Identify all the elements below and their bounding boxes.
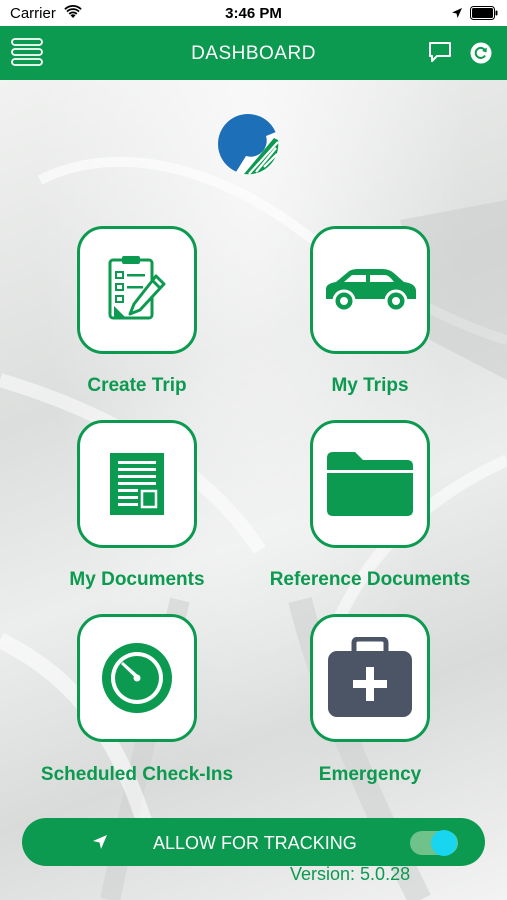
my-documents-label[interactable]: My Documents [17, 569, 257, 591]
create-trip-button[interactable] [77, 226, 197, 354]
status-time: 3:46 PM [225, 5, 282, 22]
version-label: Version: 5.0.28 [290, 864, 411, 884]
location-arrow-icon [93, 835, 107, 849]
reference-documents-label[interactable]: Reference Documents [250, 569, 490, 591]
refresh-icon[interactable] [470, 42, 492, 64]
chat-icon[interactable] [428, 41, 452, 63]
timer-icon [102, 643, 172, 713]
emergency-label[interactable]: Emergency [250, 764, 490, 786]
document-icon [110, 453, 164, 515]
first-aid-kit-icon [328, 637, 412, 717]
scheduled-check-ins-button[interactable] [77, 614, 197, 742]
car-icon [326, 269, 416, 313]
allow-tracking-label: ALLOW FOR TRACKING [153, 833, 357, 853]
company-logo [218, 114, 279, 175]
battery-icon [470, 6, 498, 20]
create-trip-label[interactable]: Create Trip [17, 375, 257, 397]
reference-documents-button[interactable] [310, 420, 430, 548]
location-arrow-icon [452, 8, 462, 18]
scheduled-check-ins-label[interactable]: Scheduled Check-Ins [17, 764, 257, 786]
my-documents-button[interactable] [77, 420, 197, 548]
my-trips-button[interactable] [310, 226, 430, 354]
tracking-toggle[interactable] [410, 830, 458, 856]
allow-tracking-bar: ALLOW FOR TRACKING [22, 818, 485, 866]
toggle-knob [431, 830, 457, 856]
clipboard-pen-icon [108, 256, 166, 320]
folder-icon [327, 452, 413, 516]
app-header: DASHBOARD [0, 26, 507, 80]
status-bar: Carrier 3:46 PM [0, 0, 507, 26]
emergency-button[interactable] [310, 614, 430, 742]
my-trips-label[interactable]: My Trips [250, 375, 490, 397]
